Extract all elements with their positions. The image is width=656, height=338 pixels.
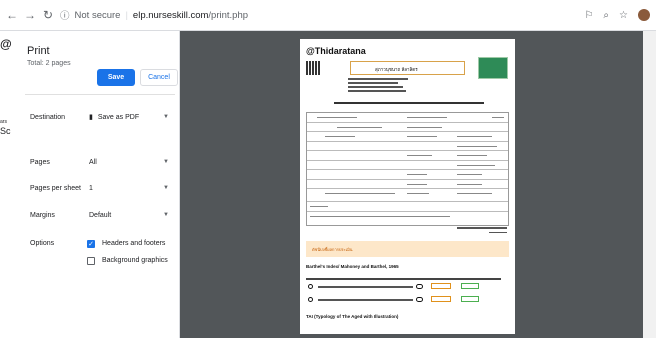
chevron-down-icon: ▼ (163, 185, 169, 191)
url-path: /print.php (208, 9, 249, 21)
margins-value: Default (89, 211, 112, 219)
security-label: Not secure (74, 9, 121, 21)
save-button[interactable]: Save (97, 69, 135, 86)
preview-page: @Thidaratana สุภาวนุชนาถ ลีลาลิตร ดัชนีบ… (300, 39, 515, 334)
status-badge (461, 283, 479, 289)
info-icon[interactable]: ⓘ (60, 8, 70, 22)
pages-value: All (89, 158, 97, 166)
info-table (306, 112, 509, 226)
table-row (307, 202, 508, 212)
print-title: Print (27, 45, 50, 57)
chevron-down-icon: ▼ (163, 159, 169, 165)
index-row (306, 296, 509, 305)
index-title: Barthel's Index/ Mahoney and Barthel, 19… (306, 264, 399, 269)
destination-select[interactable]: ▮ Save as PDF ▼ (87, 110, 169, 124)
table-row (307, 123, 508, 132)
qr-code (306, 61, 320, 75)
pps-select[interactable]: 1 ▼ (87, 181, 169, 195)
destination-label: Destination (30, 114, 66, 121)
forward-icon[interactable]: → (24, 8, 36, 22)
background-text: Sc (0, 126, 11, 136)
doc-name: สุภาวนุชนาถ ลีลาลิตร (375, 67, 418, 72)
headers-footers-checkbox[interactable]: ✓ (87, 240, 95, 248)
table-row (307, 161, 508, 170)
pps-value: 1 (89, 184, 93, 192)
profile-photo (478, 57, 508, 79)
status-badge (461, 296, 479, 302)
bookmark-star-icon[interactable]: ☆ (619, 10, 628, 21)
background-text: ars (0, 119, 7, 125)
scrollbar[interactable] (643, 31, 656, 338)
table-row (307, 170, 508, 180)
table-row (307, 132, 508, 142)
total-pages: Total: 2 pages (27, 60, 71, 67)
url-host: elp.nurseskill.com (132, 9, 209, 21)
radio-icon (308, 297, 313, 302)
tai-title: TAI (Typology of The Aged with Illustrat… (306, 314, 399, 319)
radio-icon (308, 284, 313, 289)
avatar[interactable] (638, 9, 650, 21)
radio-icon (416, 297, 423, 302)
headers-footers-label: Headers and footers (102, 240, 166, 247)
section-title-line (334, 102, 484, 104)
background-graphics-checkbox[interactable] (87, 257, 95, 265)
status-badge (431, 283, 451, 289)
name-box: สุภาวนุชนาถ ลีลาลิตร (350, 61, 465, 75)
radio-icon (416, 284, 423, 289)
result-band: ดัชนีบ่งชี้ผลการประเมิน (306, 241, 509, 257)
status-badge (431, 296, 451, 302)
print-preview: @Thidaratana สุภาวนุชนาถ ลีลาลิตร ดัชนีบ… (180, 31, 643, 338)
table-row (307, 180, 508, 189)
zoom-icon[interactable]: ⌕ (603, 10, 609, 21)
divider (25, 94, 175, 95)
index-row (306, 283, 509, 292)
background-graphics-label: Background graphics (102, 257, 168, 264)
chevron-down-icon: ▼ (163, 114, 169, 120)
browser-toolbar: ← → ↻ ⓘ Not secure | elp.nurseskill.com/… (0, 0, 656, 31)
address-bar[interactable]: ⓘ Not secure | elp.nurseskill.com/print.… (60, 8, 248, 23)
info-lines (348, 78, 408, 92)
table-row (307, 151, 508, 161)
margins-select[interactable]: Default ▼ (87, 208, 169, 222)
margins-label: Margins (30, 212, 55, 219)
chevron-down-icon: ▼ (163, 212, 169, 218)
signature-block (457, 225, 507, 233)
pages-select[interactable]: All ▼ (87, 155, 169, 169)
background-page: @ ars Sc (0, 31, 17, 338)
table-row (307, 189, 508, 202)
table-row (307, 113, 508, 123)
pages-label: Pages (30, 159, 50, 166)
back-icon[interactable]: ← (6, 8, 18, 22)
file-icon: ▮ (89, 114, 93, 121)
destination-value: Save as PDF (97, 113, 140, 121)
pps-label: Pages per sheet (30, 185, 81, 192)
table-row (307, 212, 508, 225)
print-sidebar: Print Total: 2 pages Save Cancel Destina… (17, 31, 180, 338)
doc-title: @Thidaratana (306, 46, 366, 56)
url-text: elp.nurseskill.com/print.php (133, 10, 248, 21)
translate-icon[interactable]: ⚐ (584, 10, 593, 21)
cancel-button[interactable]: Cancel (140, 69, 178, 86)
options-label: Options (30, 240, 55, 247)
background-text: @ (0, 37, 12, 51)
reload-icon[interactable]: ↻ (42, 8, 54, 22)
table-row (307, 142, 508, 151)
